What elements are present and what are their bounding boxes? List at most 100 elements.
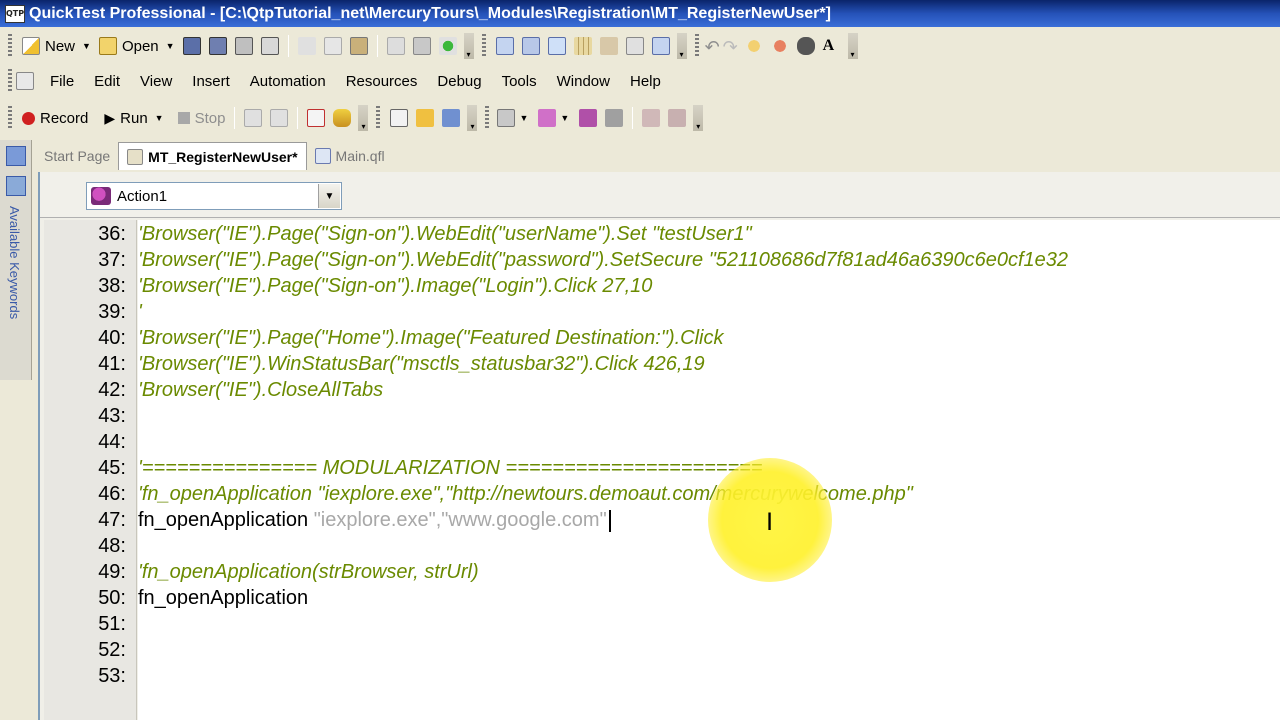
chevron-down-icon[interactable]: ▼ bbox=[155, 113, 164, 123]
code-editor[interactable]: 'Browser("IE").Page("Sign-on").WebEdit("… bbox=[138, 220, 1280, 720]
save-icon[interactable] bbox=[182, 37, 201, 55]
action-selector[interactable]: Action1 ▼ bbox=[86, 182, 342, 210]
steps-icon[interactable] bbox=[416, 109, 435, 127]
chevron-down-icon[interactable]: ▼ bbox=[519, 113, 528, 123]
print-preview-icon[interactable] bbox=[260, 37, 279, 55]
qtp-app-icon[interactable]: QTP bbox=[5, 4, 25, 23]
object-repository-icon[interactable] bbox=[412, 37, 431, 55]
code-line[interactable]: 'Browser("IE").Page("Sign-on").Image("Lo… bbox=[138, 273, 652, 299]
open-button[interactable]: Open ▼ bbox=[95, 33, 179, 59]
code-line[interactable]: 'Browser("IE").Page("Home").Image("Featu… bbox=[138, 325, 724, 351]
low-level-recording-icon[interactable] bbox=[244, 109, 263, 127]
code-line[interactable]: '=============== MODULARIZATION ========… bbox=[138, 455, 763, 481]
check-syntax-icon[interactable] bbox=[438, 37, 457, 55]
chevron-down-icon[interactable]: ▼ bbox=[560, 113, 569, 123]
database-icon[interactable] bbox=[333, 109, 352, 127]
data-table-icon[interactable] bbox=[521, 37, 540, 55]
menu-grip[interactable] bbox=[8, 69, 12, 93]
code-line[interactable]: fn_openApplication "iexplore.exe","www.g… bbox=[138, 507, 611, 533]
toolbar-grip[interactable] bbox=[8, 106, 12, 130]
font-icon[interactable]: A bbox=[823, 37, 841, 55]
information-icon[interactable] bbox=[599, 37, 618, 55]
toolbar-grip[interactable] bbox=[481, 34, 486, 58]
checkpoint-icon[interactable] bbox=[497, 109, 516, 127]
toolbar-overflow-chevron-icon[interactable]: ▾ bbox=[463, 33, 474, 59]
action-icon[interactable] bbox=[579, 109, 598, 127]
step-into-icon[interactable] bbox=[442, 109, 461, 127]
line-number: 48: bbox=[98, 535, 126, 557]
toolbar-grip[interactable] bbox=[694, 34, 699, 58]
save-all-icon[interactable] bbox=[208, 37, 227, 55]
binoculars-icon[interactable] bbox=[796, 37, 815, 55]
tab-main-qfl[interactable]: Main.qfl bbox=[307, 142, 393, 170]
menu-resources[interactable]: Resources bbox=[336, 73, 428, 90]
toolbar-separator bbox=[297, 107, 299, 129]
output-value-icon[interactable] bbox=[538, 109, 557, 127]
cut-icon[interactable] bbox=[297, 37, 316, 55]
folder-open-icon bbox=[98, 37, 117, 55]
keyword-view-icon[interactable] bbox=[495, 37, 514, 55]
new-button[interactable]: New ▼ bbox=[18, 33, 95, 59]
code-line[interactable]: ' bbox=[138, 299, 142, 325]
tab-mt-registernewuser[interactable]: MT_RegisterNewUser* bbox=[118, 142, 307, 170]
code-line[interactable]: fn_openApplication bbox=[138, 585, 308, 611]
menu-debug[interactable]: Debug bbox=[427, 73, 491, 90]
toolbar-grip[interactable] bbox=[8, 34, 12, 58]
copy-icon[interactable] bbox=[323, 37, 342, 55]
menu-tools[interactable]: Tools bbox=[492, 73, 547, 90]
code-line[interactable]: 'Browser("IE").Page("Sign-on").WebEdit("… bbox=[138, 221, 752, 247]
run-button[interactable]: ▶ Run ▼ bbox=[100, 105, 167, 131]
toolbar-overflow-chevron-icon[interactable]: ▾ bbox=[847, 33, 858, 59]
undo-icon[interactable]: ↶ bbox=[705, 37, 723, 57]
toolbar-grip[interactable] bbox=[485, 106, 490, 130]
grid-icon[interactable] bbox=[573, 37, 592, 55]
analog-recording-icon[interactable] bbox=[270, 109, 289, 127]
print-icon[interactable] bbox=[234, 37, 253, 55]
find-icon[interactable] bbox=[744, 37, 763, 55]
toolbar-grip[interactable] bbox=[376, 106, 381, 130]
toolbar-overflow-chevron-icon[interactable]: ▾ bbox=[693, 105, 704, 131]
code-line[interactable]: 'Browser("IE").WinStatusBar("msctls_stat… bbox=[138, 351, 705, 377]
code-line[interactable]: 'Browser("IE").CloseAllTabs bbox=[138, 377, 383, 403]
chevron-down-icon[interactable]: ▼ bbox=[82, 41, 91, 51]
step-list-icon[interactable] bbox=[390, 109, 409, 127]
record-button[interactable]: Record bbox=[18, 105, 92, 131]
menu-help[interactable]: Help bbox=[620, 73, 671, 90]
start-transaction-icon[interactable] bbox=[642, 109, 661, 127]
redo-icon[interactable]: ↷ bbox=[723, 37, 741, 57]
end-transaction-icon[interactable] bbox=[668, 109, 687, 127]
line-number: 49: bbox=[98, 561, 126, 583]
available-keywords-label[interactable]: Available Keywords bbox=[7, 206, 22, 319]
results-icon[interactable] bbox=[307, 109, 326, 127]
find-clear-icon[interactable] bbox=[770, 37, 789, 55]
edit-icon[interactable] bbox=[386, 37, 405, 55]
tab-start-page[interactable]: Start Page bbox=[36, 142, 118, 170]
document-menu-icon[interactable] bbox=[16, 72, 34, 90]
menu-file[interactable]: File bbox=[40, 73, 84, 90]
missing-resources-icon[interactable] bbox=[625, 37, 644, 55]
keywords-icon[interactable] bbox=[6, 176, 26, 196]
toolbar-overflow-chevron-icon[interactable]: ▾ bbox=[358, 105, 369, 131]
menu-edit[interactable]: Edit bbox=[84, 73, 130, 90]
paste-icon[interactable] bbox=[349, 37, 368, 55]
chevron-down-icon[interactable]: ▼ bbox=[318, 184, 340, 208]
chevron-down-icon[interactable]: ▼ bbox=[166, 41, 175, 51]
line-number: 51: bbox=[98, 613, 126, 635]
test-flow-icon[interactable] bbox=[6, 146, 26, 166]
debug-viewer-icon[interactable] bbox=[651, 37, 670, 55]
code-line[interactable]: 'fn_openApplication(strBrowser, strUrl) bbox=[138, 559, 479, 585]
stop-button[interactable]: Stop bbox=[174, 105, 230, 131]
menu-automation[interactable]: Automation bbox=[240, 73, 336, 90]
code-line[interactable]: 'fn_openApplication "iexplore.exe","http… bbox=[138, 481, 913, 507]
action-bar: Action1 ▼ bbox=[40, 172, 1280, 218]
available-keywords-panel[interactable]: Available Keywords bbox=[0, 140, 32, 380]
menu-view[interactable]: View bbox=[130, 73, 182, 90]
menu-insert[interactable]: Insert bbox=[182, 73, 240, 90]
code-line[interactable]: 'Browser("IE").Page("Sign-on").WebEdit("… bbox=[138, 247, 1068, 273]
line-number: 39: bbox=[98, 301, 126, 323]
toolbar-overflow-chevron-icon[interactable]: ▾ bbox=[676, 33, 687, 59]
transaction-icon[interactable] bbox=[605, 109, 624, 127]
toolbar-overflow-chevron-icon[interactable]: ▾ bbox=[467, 105, 478, 131]
menu-window[interactable]: Window bbox=[547, 73, 620, 90]
active-screen-icon[interactable] bbox=[547, 37, 566, 55]
